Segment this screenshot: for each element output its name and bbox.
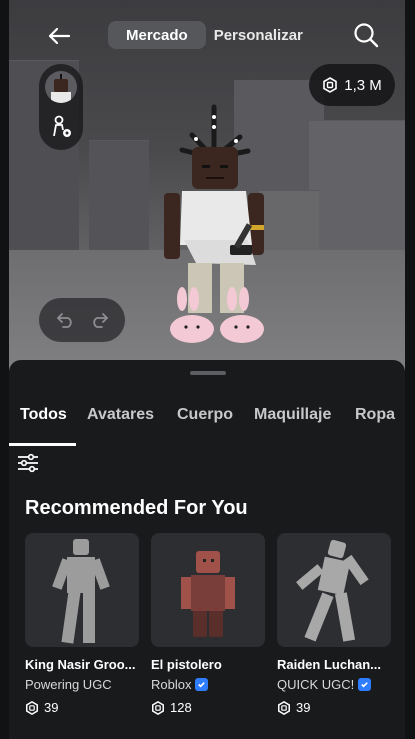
scene-block xyxy=(309,120,405,250)
avatar-side-panel xyxy=(39,64,83,150)
tab-todos[interactable]: Todos xyxy=(20,406,67,424)
person-gear-icon xyxy=(53,115,71,137)
sheet-drag-handle[interactable] xyxy=(190,371,226,375)
item-creator: QUICK UGC! xyxy=(277,677,391,692)
tab-avatares[interactable]: Avatares xyxy=(87,406,154,424)
section-title: Recommended For You xyxy=(25,497,248,519)
undo-redo-control xyxy=(39,298,125,342)
robux-icon xyxy=(278,700,290,715)
category-tabs: Todos Avatares Cuerpo Maquillaje Ropa xyxy=(9,396,405,446)
back-button[interactable] xyxy=(39,22,79,50)
avatar[interactable] xyxy=(45,71,77,103)
creator-name[interactable]: Roblox xyxy=(151,677,191,692)
robux-balance[interactable]: 1,3 M xyxy=(309,64,395,106)
item-price: 39 xyxy=(25,700,139,715)
catalog-sheet: Todos Avatares Cuerpo Maquillaje Ropa Re… xyxy=(9,360,405,739)
item-thumbnail[interactable] xyxy=(25,533,139,647)
search-button[interactable] xyxy=(351,20,381,50)
tab-ropa[interactable]: Ropa xyxy=(355,406,395,424)
robux-icon xyxy=(323,77,338,93)
search-icon xyxy=(354,23,379,48)
active-tab-indicator xyxy=(9,443,76,446)
item-name: El pistolero xyxy=(151,657,222,672)
tab-mercado[interactable]: Mercado xyxy=(108,21,206,49)
price-value: 128 xyxy=(170,700,192,715)
creator-name[interactable]: QUICK UGC! xyxy=(277,677,354,692)
sliders-icon xyxy=(18,453,38,473)
arrow-left-icon xyxy=(48,27,71,45)
tab-personalizar[interactable]: Personalizar xyxy=(206,21,321,49)
undo-icon[interactable] xyxy=(55,312,75,328)
item-name: King Nasir Groo... xyxy=(25,657,136,672)
scene-block xyxy=(89,140,149,250)
filter-button[interactable] xyxy=(17,452,39,474)
tab-maquillaje[interactable]: Maquillaje xyxy=(254,406,331,424)
item-creator: Powering UGC xyxy=(25,677,139,692)
creator-name[interactable]: Powering UGC xyxy=(25,677,112,692)
price-value: 39 xyxy=(296,700,311,715)
emote-pose-icon xyxy=(52,539,110,644)
item-thumbnail[interactable] xyxy=(151,533,265,647)
avatar-preview-stage[interactable]: Mercado Personalizar 1,3 M xyxy=(9,0,405,372)
avatar-settings-button[interactable] xyxy=(51,114,73,140)
verified-badge-icon xyxy=(195,678,209,691)
tab-cuerpo[interactable]: Cuerpo xyxy=(177,406,233,424)
top-tabs: Mercado Personalizar xyxy=(108,20,321,50)
avatar-bundle-icon xyxy=(181,551,235,637)
item-name: Raiden Luchan... xyxy=(277,657,382,672)
robux-icon xyxy=(152,700,164,715)
item-card[interactable]: El pistolero Roblox 128 xyxy=(151,533,265,715)
item-card[interactable]: Raiden Luchan... QUICK UGC! 39 xyxy=(277,533,391,715)
robux-icon xyxy=(26,700,38,715)
avatar-figure[interactable] xyxy=(144,95,294,345)
redo-icon[interactable] xyxy=(90,312,110,328)
item-price: 39 xyxy=(277,700,391,715)
item-thumbnail[interactable] xyxy=(277,533,391,647)
verified-badge-icon xyxy=(358,678,372,691)
item-price: 128 xyxy=(151,700,265,715)
price-value: 39 xyxy=(44,700,59,715)
emote-pose-icon xyxy=(296,539,369,642)
item-card[interactable]: King Nasir Groo... Powering UGC 39 xyxy=(25,533,139,715)
avatar-headshot-icon xyxy=(51,74,71,103)
item-creator: Roblox xyxy=(151,677,265,692)
robux-balance-value: 1,3 M xyxy=(344,76,382,94)
